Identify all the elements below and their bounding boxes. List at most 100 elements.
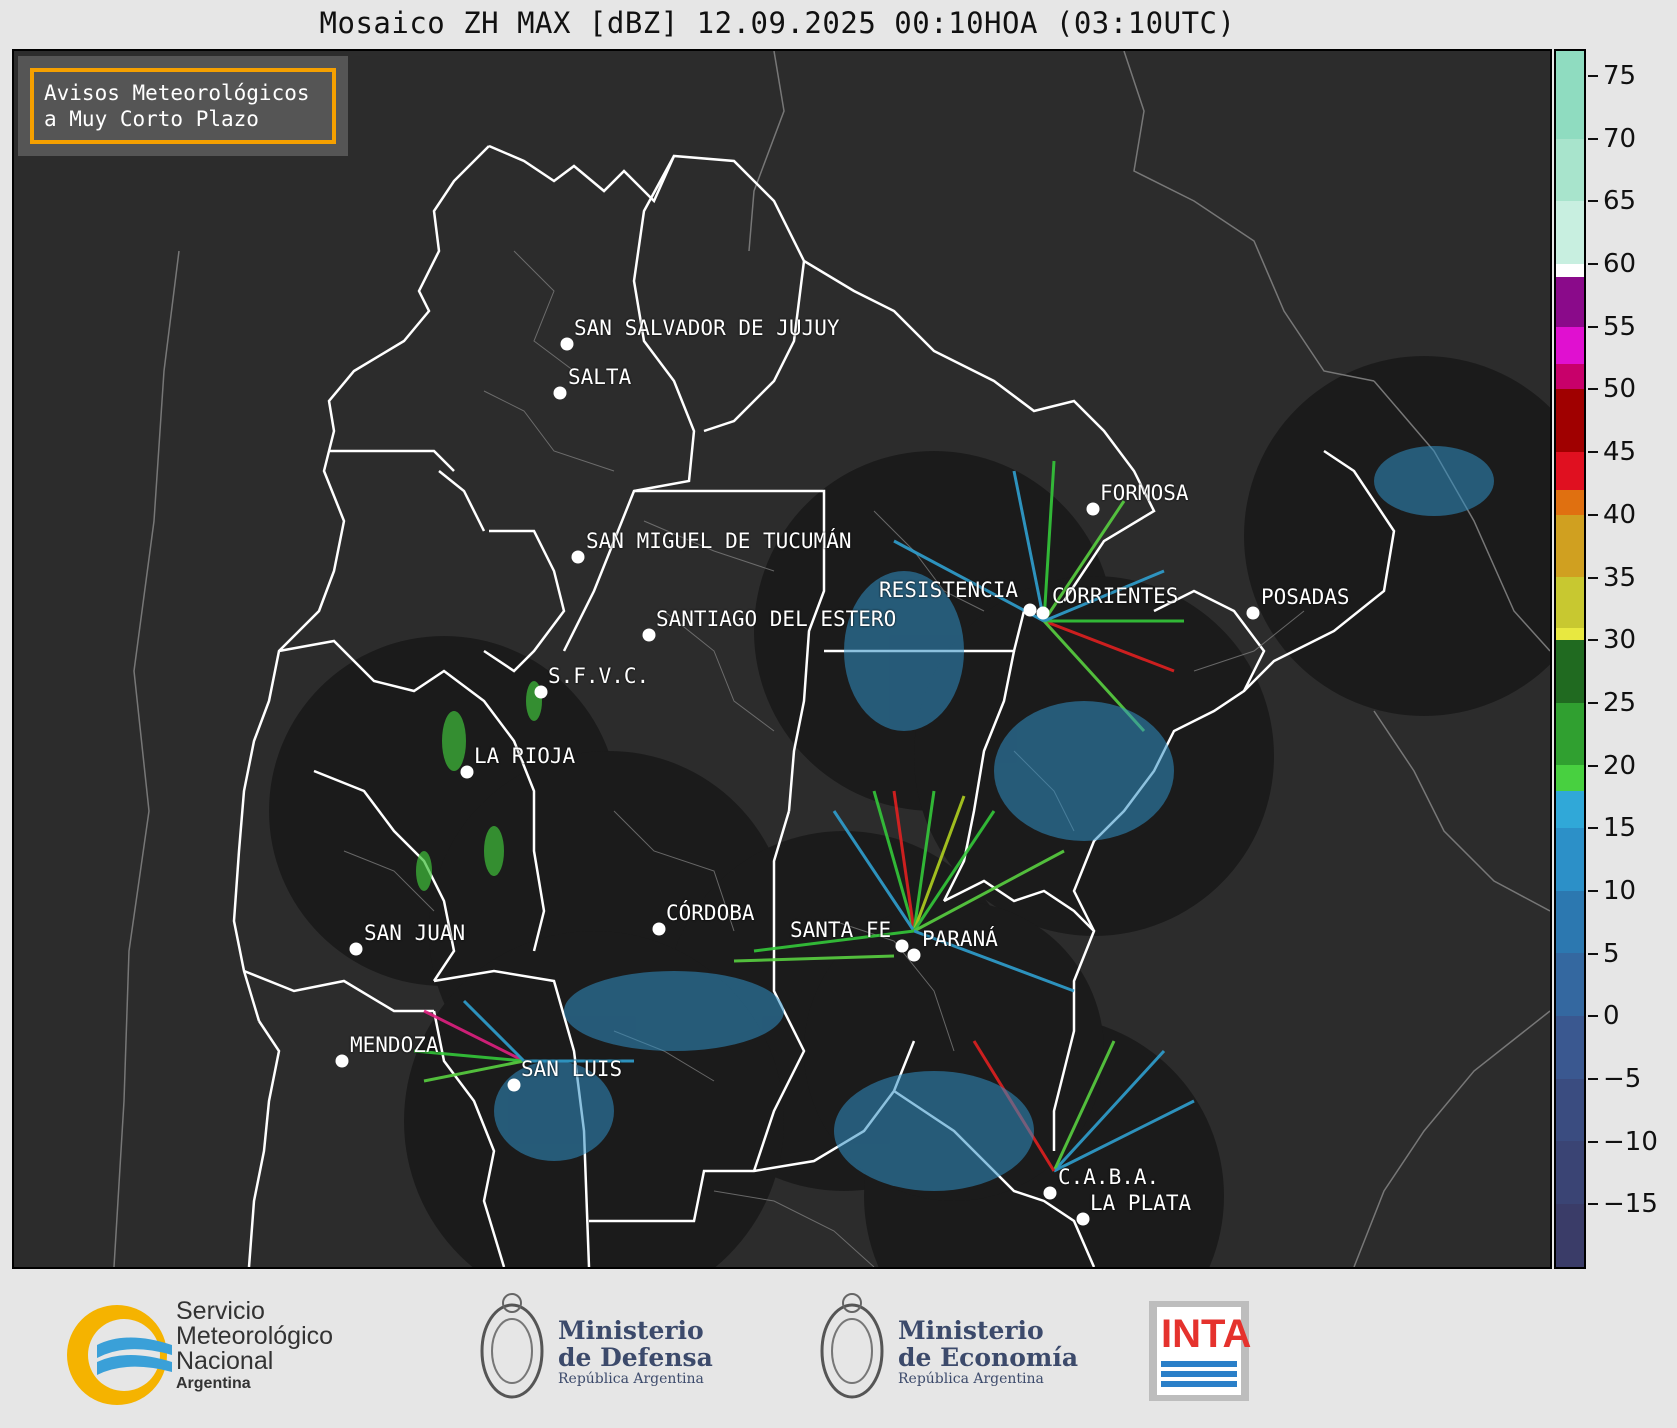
colorbar-tick (1588, 639, 1598, 642)
city-label-santa-fe: SANTA FE (790, 918, 892, 942)
city-dot (1246, 606, 1260, 620)
colorbar-segment (1556, 138, 1584, 202)
warning-badge: Avisos Meteorológicos a Muy Corto Plazo (18, 56, 348, 156)
smn-line-4: Argentina (176, 1375, 251, 1392)
colorbar-segment (1556, 326, 1584, 365)
city-dot (1086, 502, 1100, 516)
colorbar-tick (1588, 200, 1598, 203)
radar-map-canvas (113, 51, 1550, 1267)
city-label-tucuman: SAN MIGUEL DE TUCUMÁN (586, 529, 852, 553)
smn-name: Servicio Meteorológico Nacional Argentin… (176, 1299, 333, 1394)
radar-map (12, 49, 1552, 1269)
colorbar-segment (1556, 51, 1584, 139)
colorbar-tick-label: 20 (1603, 750, 1637, 781)
colorbar-tick-label: −15 (1603, 1189, 1658, 1220)
colorbar-tick (1588, 325, 1598, 328)
colorbar-tick-label: 65 (1603, 186, 1637, 217)
colorbar-tick (1588, 263, 1598, 266)
colorbar-segment (1556, 452, 1584, 490)
city-dot (507, 1078, 521, 1092)
city-dot (460, 765, 474, 779)
colorbar-tick (1588, 137, 1598, 140)
city-label-catamarca: S.F.V.C. (548, 664, 650, 688)
colorbar-tick-label: 55 (1603, 311, 1637, 342)
colorbar-tick (1588, 764, 1598, 767)
colorbar-tick (1588, 1077, 1598, 1080)
city-label-salta: SALTA (568, 365, 632, 389)
city-label-formosa: FORMOSA (1100, 481, 1189, 505)
colorbar-segment (1556, 201, 1584, 265)
city-label-la-plata: LA PLATA (1090, 1191, 1192, 1215)
colorbar-segment (1556, 276, 1584, 327)
city-dot (907, 948, 921, 962)
city-dot (571, 550, 585, 564)
badge-line-1: Avisos Meteorológicos (44, 81, 310, 105)
colorbar-segment (1556, 364, 1584, 390)
economia-line-3: República Argentina (898, 1371, 1044, 1387)
colorbar-tick (1588, 1203, 1598, 1206)
colorbar-segment (1556, 577, 1584, 628)
colorbar-segment (1556, 765, 1584, 791)
colorbar-tick (1588, 827, 1598, 830)
colorbar-segment (1556, 828, 1584, 891)
colorbar-tick-label: 60 (1603, 249, 1637, 280)
colorbar-tick-label: 10 (1603, 875, 1637, 906)
city-dot (895, 939, 909, 953)
city-label-caba: C.A.B.A. (1058, 1165, 1160, 1189)
smn-logo-icon (67, 1305, 172, 1405)
colorbar-segment (1556, 1078, 1584, 1142)
footer-logos: Servicio Meteorológico Nacional Argentin… (0, 1275, 1677, 1428)
city-dot (652, 922, 666, 936)
colorbar-tick (1588, 1015, 1598, 1018)
colorbar-tick (1588, 701, 1598, 704)
economia-line-1: Ministerio (898, 1316, 1044, 1345)
city-label-resistencia: RESISTENCIA (879, 578, 1019, 602)
city-dot (534, 685, 548, 699)
city-label-cordoba: CÓRDOBA (666, 901, 755, 925)
colorbar-tick-label: 70 (1603, 123, 1637, 154)
colorbar-segment (1556, 389, 1584, 453)
city-label-la-rioja: LA RIOJA (474, 744, 576, 768)
smn-line-1: Servicio (176, 1297, 265, 1325)
city-dot (553, 386, 567, 400)
colorbar-tick (1588, 576, 1598, 579)
defensa-seal-icon (480, 1293, 544, 1399)
city-dot (349, 942, 363, 956)
colorbar-tick (1588, 889, 1598, 892)
colorbar-segment (1556, 264, 1584, 277)
city-label-parana: PARANÁ (922, 927, 998, 951)
map-title: Mosaico ZH MAX [dBZ] 12.09.2025 00:10HOA… (319, 6, 1236, 40)
city-label-corrientes: CORRIENTES (1052, 584, 1179, 608)
colorbar-segment (1556, 627, 1584, 641)
city-dot (1076, 1212, 1090, 1226)
city-dot (335, 1054, 349, 1068)
colorbar-tick-label: −10 (1603, 1126, 1658, 1157)
city-label-jujuy: SAN SALVADOR DE JUJUY (574, 316, 840, 340)
city-dot (1043, 1186, 1057, 1200)
colorbar-segment (1556, 640, 1584, 703)
colorbar-tick (1588, 513, 1598, 516)
colorbar-tick-label: 15 (1603, 813, 1637, 844)
colorbar-segment (1556, 953, 1584, 1017)
colorbar-tick-label: 45 (1603, 437, 1637, 468)
colorbar-segment (1556, 702, 1584, 766)
colorbar-tick (1588, 451, 1598, 454)
colorbar-tick-label: 50 (1603, 374, 1637, 405)
colorbar-segment (1556, 1141, 1584, 1205)
colorbar-segment (1556, 890, 1584, 954)
dbz-colorbar (1554, 49, 1586, 1269)
city-dot (560, 337, 574, 351)
defensa-line-3: República Argentina (558, 1371, 704, 1387)
city-dot (642, 628, 656, 642)
inta-logo: INTA (1149, 1301, 1251, 1401)
colorbar-segment (1556, 489, 1584, 515)
badge-line-2: a Muy Corto Plazo (44, 107, 259, 131)
colorbar-tick-label: 40 (1603, 499, 1637, 530)
defensa-name: Ministerio de Defensa República Argentin… (558, 1317, 713, 1387)
colorbar-tick-label: 5 (1603, 938, 1620, 969)
economia-name: Ministerio de Economía República Argenti… (898, 1317, 1078, 1387)
colorbar-tick-label: 0 (1603, 1001, 1620, 1032)
city-label-san-juan: SAN JUAN (364, 921, 466, 945)
defensa-line-2: de Defensa (558, 1343, 713, 1372)
economia-line-2: de Economía (898, 1343, 1079, 1372)
